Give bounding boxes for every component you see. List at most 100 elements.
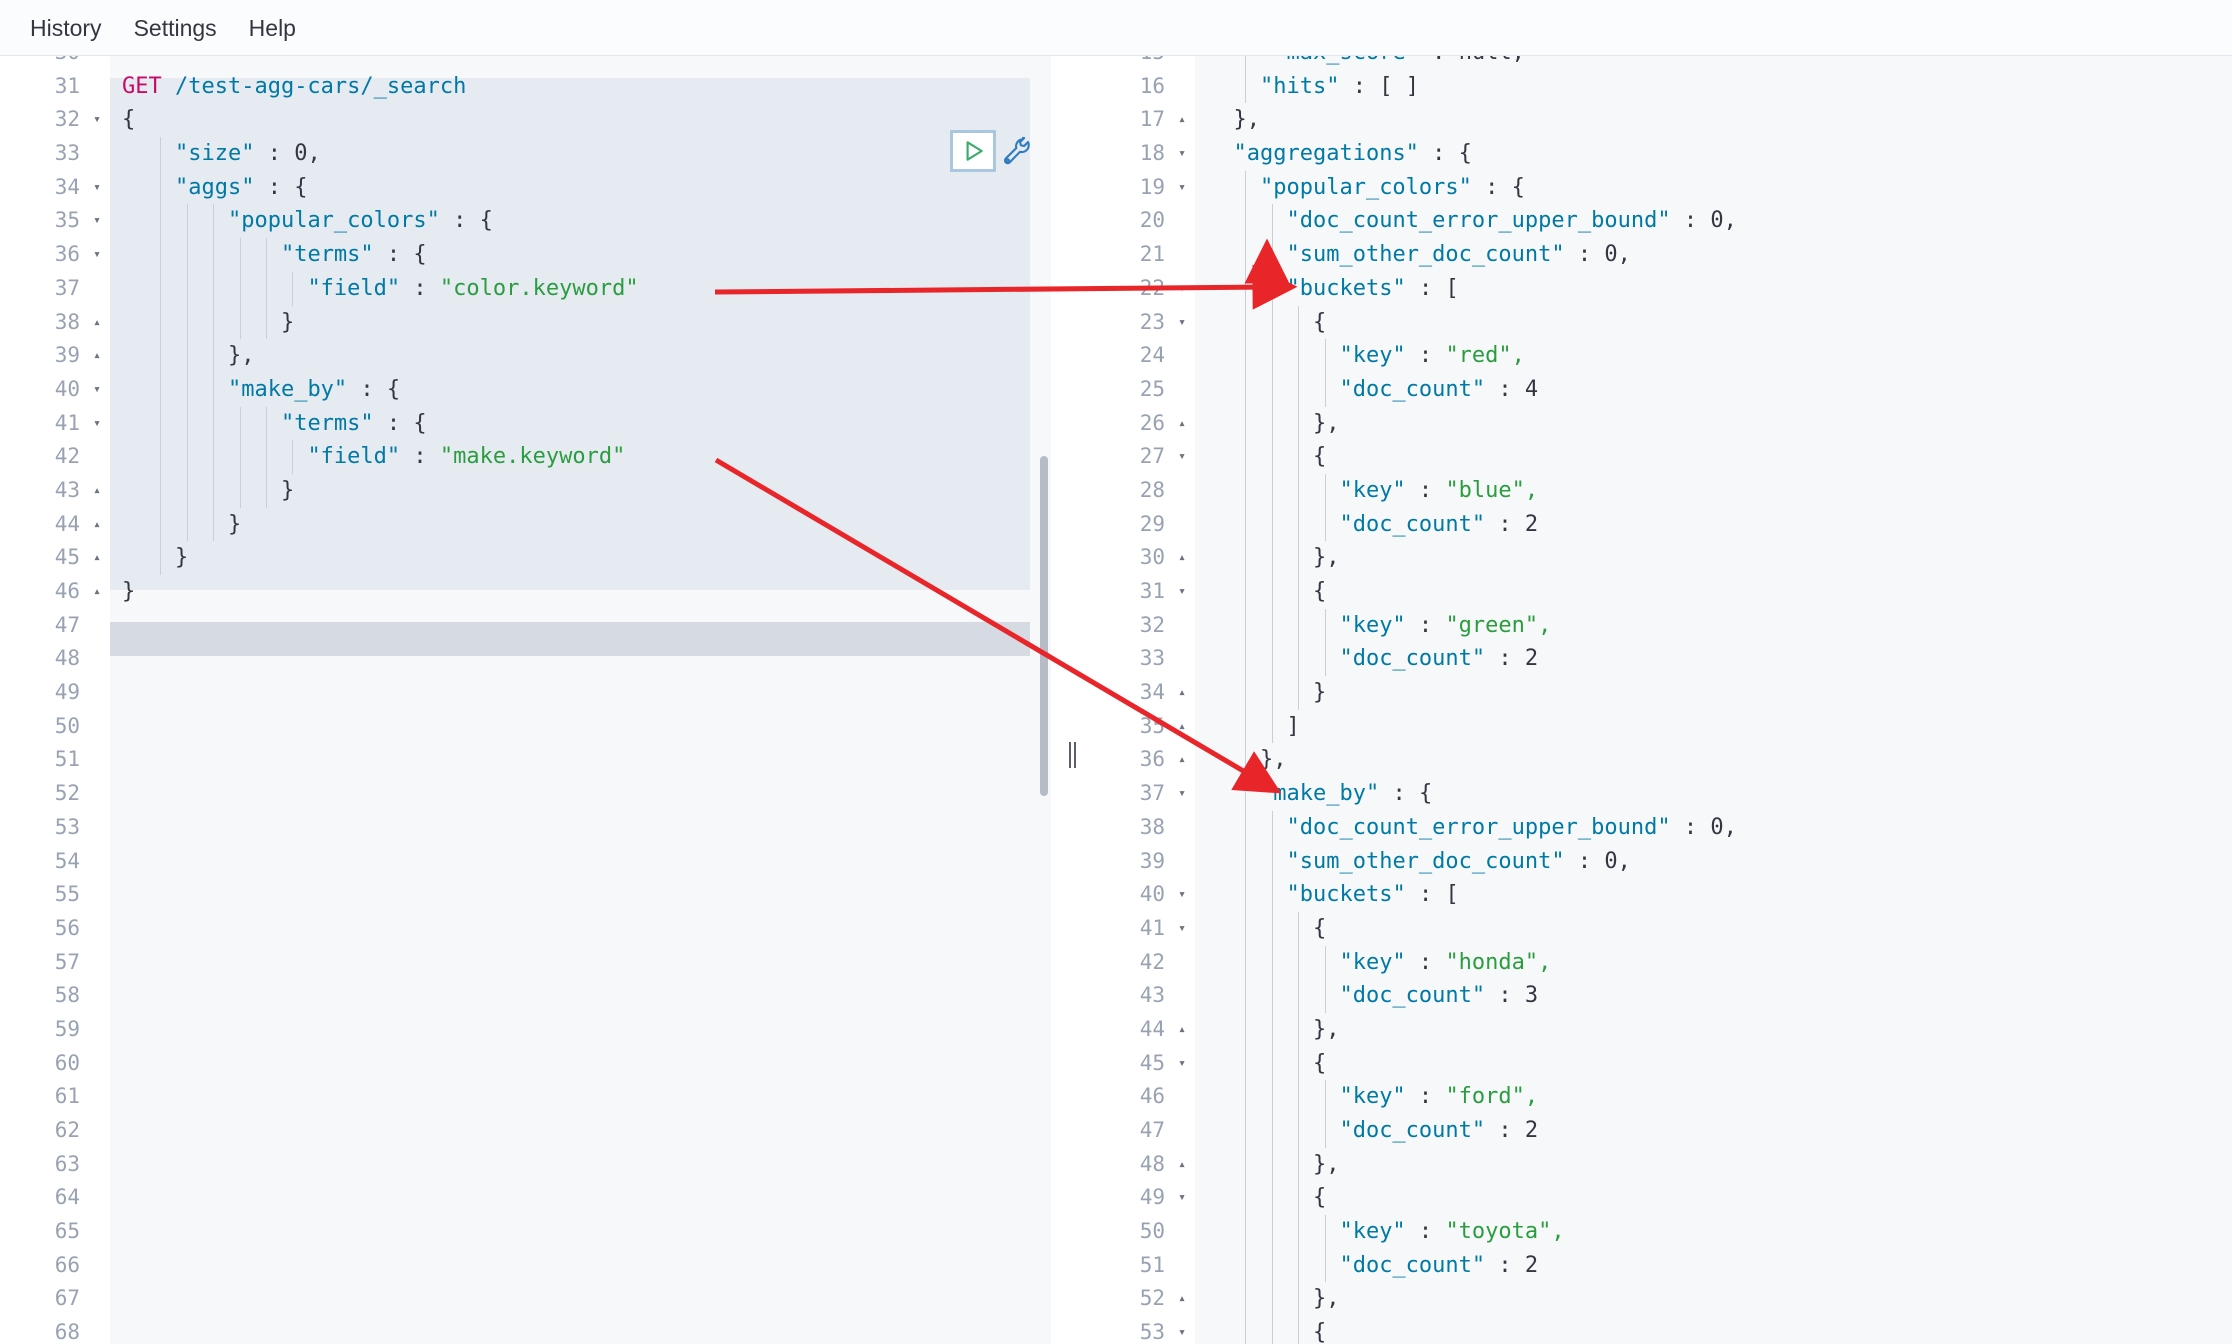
gutter-line[interactable]: 27 ▾ — [1096, 440, 1195, 474]
code-line[interactable]: "doc_count_error_upper_bound" : 0, — [1207, 204, 2232, 239]
gutter-line[interactable]: 36 ▴ — [1096, 743, 1195, 777]
gutter-line[interactable]: 21 — [1096, 238, 1195, 272]
code-line[interactable]: "terms" : { — [122, 406, 1063, 441]
gutter-line[interactable]: 66 — [0, 1249, 110, 1283]
code-line[interactable] — [122, 845, 1063, 879]
code-line[interactable]: ] — [1207, 709, 2232, 744]
code-line[interactable]: "key" : "honda", — [1207, 945, 2232, 980]
fold-up-icon[interactable]: ▴ — [1173, 103, 1191, 137]
code-line[interactable] — [122, 1013, 1063, 1047]
code-line[interactable] — [122, 1148, 1063, 1182]
gutter-line[interactable]: 45 ▾ — [1096, 1047, 1195, 1081]
code-line[interactable]: "key" : "ford", — [1207, 1080, 2232, 1114]
code-line[interactable]: "popular_colors" : { — [122, 204, 1063, 239]
fold-up-icon[interactable]: ▴ — [88, 474, 106, 508]
code-line[interactable]: { — [122, 103, 1063, 137]
code-line[interactable] — [122, 1215, 1063, 1249]
code-line[interactable]: { — [1207, 1316, 2232, 1344]
request-scrollbar-thumb[interactable] — [1040, 456, 1048, 796]
gutter-line[interactable]: 65 — [0, 1215, 110, 1249]
code-line[interactable]: "hits" : [ ] — [1207, 69, 2232, 104]
code-line[interactable] — [122, 1282, 1063, 1316]
gutter-line[interactable]: 49 — [0, 676, 110, 710]
gutter-line[interactable]: 19 ▾ — [1096, 171, 1195, 205]
code-line[interactable]: "buckets" : [ — [1207, 878, 2232, 912]
gutter-line[interactable]: 44 ▴ — [1096, 1013, 1195, 1047]
fold-up-icon[interactable]: ▴ — [1173, 541, 1191, 575]
gutter-line[interactable]: 22 ▾ — [1096, 272, 1195, 306]
gutter-line[interactable]: 38 — [1096, 811, 1195, 845]
code-line[interactable]: } — [1207, 676, 2232, 710]
gutter-line[interactable]: 37 — [0, 272, 110, 306]
gutter-line[interactable]: 18 ▾ — [1096, 137, 1195, 171]
code-line[interactable]: "doc_count" : 3 — [1207, 979, 2232, 1013]
gutter-line[interactable]: 38 ▴ — [0, 306, 110, 340]
menu-help[interactable]: Help — [233, 0, 312, 56]
fold-down-icon[interactable]: ▾ — [88, 171, 106, 205]
gutter-line[interactable]: 50 — [0, 710, 110, 744]
fold-down-icon[interactable]: ▾ — [88, 238, 106, 272]
fold-up-icon[interactable]: ▴ — [1173, 1282, 1191, 1316]
code-line[interactable]: } — [122, 305, 1063, 340]
code-line[interactable]: "doc_count" : 2 — [1207, 642, 2232, 677]
code-line[interactable]: }, — [1207, 103, 2232, 137]
code-line[interactable]: }, — [1207, 541, 2232, 575]
code-line[interactable]: "max_score" : null, — [1207, 56, 2232, 70]
code-line[interactable] — [122, 811, 1063, 845]
code-line[interactable] — [122, 743, 1063, 777]
gutter-line[interactable]: 23 ▾ — [1096, 306, 1195, 340]
gutter-line[interactable]: 44 ▴ — [0, 508, 110, 542]
fold-down-icon[interactable]: ▾ — [1173, 878, 1191, 912]
gutter-line[interactable]: 32 ▾ — [0, 103, 110, 137]
code-line[interactable]: "key" : "green", — [1207, 608, 2232, 643]
code-line[interactable]: "key" : "toyota", — [1207, 1215, 2232, 1249]
gutter-line[interactable]: 67 — [0, 1282, 110, 1316]
gutter-line[interactable]: 25 — [1096, 373, 1195, 407]
code-line[interactable] — [122, 1080, 1063, 1114]
gutter-line[interactable]: 63 — [0, 1148, 110, 1182]
gutter-line[interactable]: 39 — [1096, 845, 1195, 879]
gutter-line[interactable]: 31 — [0, 70, 110, 104]
fold-up-icon[interactable]: ▴ — [1173, 743, 1191, 777]
gutter-line[interactable]: 59 — [0, 1013, 110, 1047]
gutter-line[interactable]: 61 — [0, 1080, 110, 1114]
gutter-line[interactable]: 36 ▾ — [0, 238, 110, 272]
gutter-line[interactable]: 58 — [0, 979, 110, 1013]
fold-up-icon[interactable]: ▴ — [88, 541, 106, 575]
menu-settings[interactable]: Settings — [118, 0, 233, 56]
pane-splitter[interactable] — [1051, 56, 1079, 1344]
code-line[interactable]: "make_by" : { — [1207, 777, 2232, 811]
gutter-line[interactable]: 51 — [0, 743, 110, 777]
code-line[interactable]: "popular_colors" : { — [1207, 170, 2232, 205]
gutter-line[interactable]: 46 ▴ — [0, 575, 110, 609]
gutter-line[interactable]: 33 — [1096, 642, 1195, 676]
gutter-line[interactable]: 30 ▴ — [1096, 541, 1195, 575]
code-line[interactable]: }, — [1207, 406, 2232, 441]
gutter-line[interactable]: 47 — [1096, 1114, 1195, 1148]
gutter-line[interactable]: 52 — [0, 777, 110, 811]
code-line[interactable]: }, — [1207, 1282, 2232, 1317]
gutter-line[interactable]: 15 — [1096, 56, 1195, 70]
gutter-line[interactable]: 39 ▴ — [0, 339, 110, 373]
code-line[interactable]: { — [1207, 440, 2232, 474]
gutter-line[interactable]: 32 — [1096, 609, 1195, 643]
gutter-line[interactable]: 56 — [0, 912, 110, 946]
fold-up-icon[interactable]: ▴ — [1173, 407, 1191, 441]
fold-down-icon[interactable]: ▾ — [88, 373, 106, 407]
gutter-line[interactable]: 48 ▴ — [1096, 1148, 1195, 1182]
response-gutter[interactable]: 15 16 17▴18▾19▾ 20 21 22▾23▾ 24 25 26▴27▾ 28 29 30▴… — [1096, 56, 1195, 1344]
code-line[interactable]: "doc_count" : 4 — [1207, 372, 2232, 407]
code-line[interactable] — [122, 609, 1063, 643]
gutter-line[interactable]: 40 ▾ — [0, 373, 110, 407]
code-line[interactable]: "make_by" : { — [122, 372, 1063, 407]
fold-up-icon[interactable]: ▴ — [88, 339, 106, 373]
code-line[interactable]: } — [122, 473, 1063, 508]
gutter-line[interactable]: 53 — [0, 811, 110, 845]
fold-up-icon[interactable]: ▴ — [1173, 676, 1191, 710]
code-line[interactable]: }, — [1207, 1012, 2232, 1047]
gutter-line[interactable]: 51 — [1096, 1249, 1195, 1283]
gutter-line[interactable]: 17 ▴ — [1096, 103, 1195, 137]
gutter-line[interactable]: 42 — [1096, 946, 1195, 980]
gutter-line[interactable]: 64 — [0, 1181, 110, 1215]
gutter-line[interactable]: 68 — [0, 1316, 110, 1344]
